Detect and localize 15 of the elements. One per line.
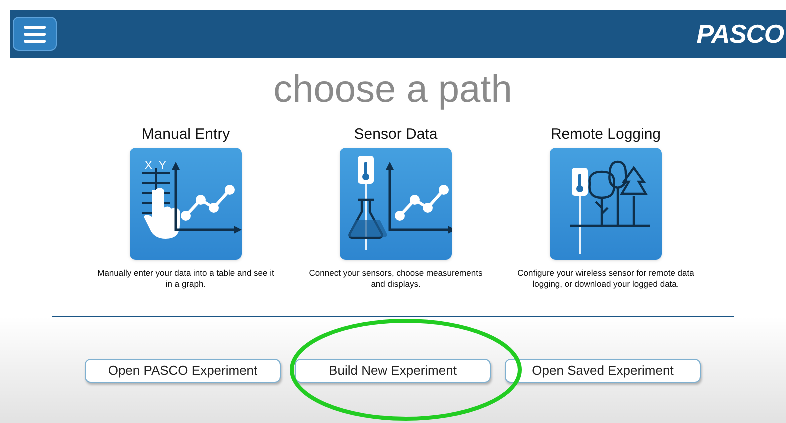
path-description: Configure your wireless sensor for remote data logging, or download your logged data. [516, 268, 696, 290]
path-description: Connect your sensors, choose measurements and displays. [308, 268, 484, 290]
experiment-button[interactable]: Build New Experiment [295, 359, 491, 383]
experiment-button[interactable]: Open PASCO Experiment [85, 359, 281, 383]
experiment-button[interactable]: Open Saved Experiment [505, 359, 701, 383]
path-title: Manual Entry [142, 126, 230, 144]
logo: PASCO [696, 18, 784, 50]
path-illustration[interactable] [340, 148, 452, 260]
path-description: Manually enter your data into a table and see it in a graph. [96, 268, 276, 290]
menu-icon [24, 26, 46, 42]
path-title: Remote Logging [550, 126, 662, 144]
menu-button[interactable] [13, 17, 57, 51]
path-illustration[interactable] [550, 148, 662, 260]
path-title: Sensor Data [354, 126, 438, 144]
page-title: choose a path [272, 68, 514, 113]
